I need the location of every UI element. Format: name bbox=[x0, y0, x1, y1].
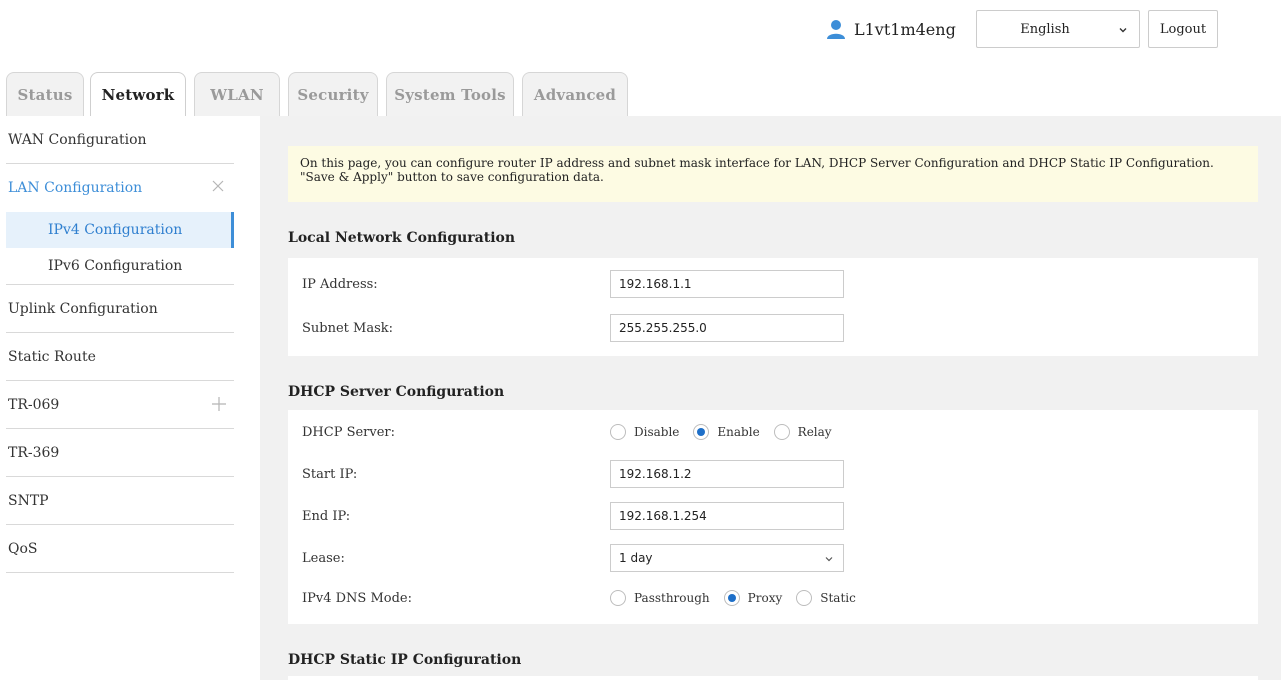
dhcp-server-radio-group: Disable Enable Relay bbox=[610, 418, 846, 446]
dhcp-server-title: DHCP Server Configuration bbox=[288, 384, 505, 400]
lease-value: 1 day bbox=[619, 551, 653, 565]
main-tabs: Status Network WLAN Security System Tool… bbox=[0, 72, 1281, 116]
ip-address-input[interactable]: 192.168.1.1 bbox=[610, 270, 844, 298]
radio-circle-selected[interactable] bbox=[693, 424, 710, 440]
sidebar-item-label: TR-369 bbox=[8, 444, 60, 461]
radio-relay[interactable]: Relay bbox=[773, 424, 832, 440]
sidebar-item-static-route[interactable]: Static Route bbox=[6, 333, 234, 381]
sidebar-item-label: TR-069 bbox=[8, 396, 60, 413]
sidebar-item-qos[interactable]: QoS bbox=[6, 525, 234, 573]
lease-select[interactable]: 1 day bbox=[610, 544, 844, 572]
tab-label: Status bbox=[17, 85, 73, 104]
radio-label: Relay bbox=[797, 425, 832, 439]
dhcp-static-title: DHCP Static IP Configuration bbox=[288, 652, 522, 668]
tab-label: Network bbox=[101, 85, 175, 104]
local-network-panel: IP Address: 192.168.1.1 Subnet Mask: 255… bbox=[288, 258, 1258, 356]
sidebar-item-label: LAN Configuration bbox=[8, 180, 143, 196]
chevron-down-icon bbox=[1119, 28, 1127, 33]
radio-label: Static bbox=[820, 591, 856, 605]
sidebar-item-tr-369[interactable]: TR-369 bbox=[6, 429, 234, 477]
subnet-mask-label: Subnet Mask: bbox=[302, 320, 394, 336]
dns-mode-label: IPv4 DNS Mode: bbox=[302, 590, 412, 606]
radio-circle[interactable] bbox=[796, 590, 813, 606]
tab-label: Advanced bbox=[533, 85, 617, 104]
dhcp-static-panel bbox=[288, 676, 1258, 680]
tab-status[interactable]: Status bbox=[6, 72, 84, 116]
language-select[interactable]: English bbox=[976, 10, 1140, 48]
collapse-icon[interactable] bbox=[212, 180, 224, 192]
radio-static[interactable]: Static bbox=[796, 590, 856, 606]
tab-label: WLAN bbox=[210, 85, 264, 104]
sidebar-item-label: Static Route bbox=[8, 348, 96, 365]
start-ip-input[interactable]: 192.168.1.2 bbox=[610, 460, 844, 488]
dhcp-server-panel: DHCP Server: Disable Enable Relay Start … bbox=[288, 410, 1258, 624]
start-ip-label: Start IP: bbox=[302, 466, 358, 482]
lease-label: Lease: bbox=[302, 550, 345, 566]
radio-disable[interactable]: Disable bbox=[610, 424, 679, 440]
sidebar-item-label: IPv6 Configuration bbox=[48, 258, 183, 274]
radio-circle-selected[interactable] bbox=[723, 590, 740, 606]
sidebar-item-tr-069[interactable]: TR-069 bbox=[6, 381, 234, 429]
radio-proxy[interactable]: Proxy bbox=[723, 590, 783, 606]
radio-circle[interactable] bbox=[773, 424, 790, 440]
radio-circle[interactable] bbox=[610, 424, 626, 440]
tab-label: Security bbox=[297, 85, 369, 104]
main-content: On this page, you can configure router I… bbox=[260, 116, 1281, 680]
radio-circle[interactable] bbox=[610, 590, 626, 606]
tab-wlan[interactable]: WLAN bbox=[194, 72, 280, 116]
username: L1vt1m4eng bbox=[854, 19, 956, 39]
radio-label: Passthrough bbox=[634, 591, 710, 605]
radio-label: Proxy bbox=[747, 591, 783, 605]
radio-enable[interactable]: Enable bbox=[693, 424, 760, 440]
expand-icon[interactable] bbox=[212, 397, 226, 411]
user-icon bbox=[827, 20, 845, 39]
dhcp-server-label: DHCP Server: bbox=[302, 424, 396, 440]
sidebar-item-lan-configuration[interactable]: LAN Configuration bbox=[6, 164, 234, 212]
radio-label: Disable bbox=[634, 425, 680, 439]
sidebar-item-label: SNTP bbox=[8, 492, 49, 509]
sidebar-item-ipv6-configuration[interactable]: IPv6 Configuration bbox=[6, 248, 234, 284]
local-network-title: Local Network Configuration bbox=[288, 230, 516, 246]
lan-submenu: IPv4 Configuration IPv6 Configuration bbox=[6, 212, 234, 285]
top-bar: L1vt1m4eng English Logout bbox=[0, 0, 1281, 62]
tab-system-tools[interactable]: System Tools bbox=[386, 72, 514, 116]
sidebar-item-sntp[interactable]: SNTP bbox=[6, 477, 234, 525]
tab-label: System Tools bbox=[394, 85, 506, 104]
ip-address-label: IP Address: bbox=[302, 276, 378, 292]
sidebar-item-label: IPv4 Configuration bbox=[48, 222, 183, 238]
sidebar: WAN Configuration LAN Configuration IPv4… bbox=[0, 116, 240, 680]
end-ip-input[interactable]: 192.168.1.254 bbox=[610, 502, 844, 530]
logout-button[interactable]: Logout bbox=[1148, 10, 1218, 48]
radio-label: Enable bbox=[717, 425, 760, 439]
chevron-down-icon bbox=[825, 557, 833, 562]
tab-advanced[interactable]: Advanced bbox=[522, 72, 628, 116]
subnet-mask-input[interactable]: 255.255.255.0 bbox=[610, 314, 844, 342]
end-ip-label: End IP: bbox=[302, 508, 351, 524]
sidebar-item-label: WAN Configuration bbox=[8, 131, 147, 148]
language-value: English bbox=[1020, 21, 1070, 37]
sidebar-item-wan-configuration[interactable]: WAN Configuration bbox=[6, 116, 234, 164]
info-banner: On this page, you can configure router I… bbox=[288, 146, 1258, 202]
sidebar-item-label: QoS bbox=[8, 540, 38, 557]
tab-network[interactable]: Network bbox=[90, 72, 186, 116]
radio-passthrough[interactable]: Passthrough bbox=[610, 590, 710, 606]
dns-mode-radio-group: Passthrough Proxy Static bbox=[610, 584, 870, 612]
sidebar-item-label: Uplink Configuration bbox=[8, 300, 158, 317]
sidebar-item-uplink-configuration[interactable]: Uplink Configuration bbox=[6, 285, 234, 333]
tab-security[interactable]: Security bbox=[288, 72, 378, 116]
user-info: L1vt1m4eng bbox=[826, 16, 956, 42]
sidebar-item-ipv4-configuration[interactable]: IPv4 Configuration bbox=[6, 212, 234, 248]
